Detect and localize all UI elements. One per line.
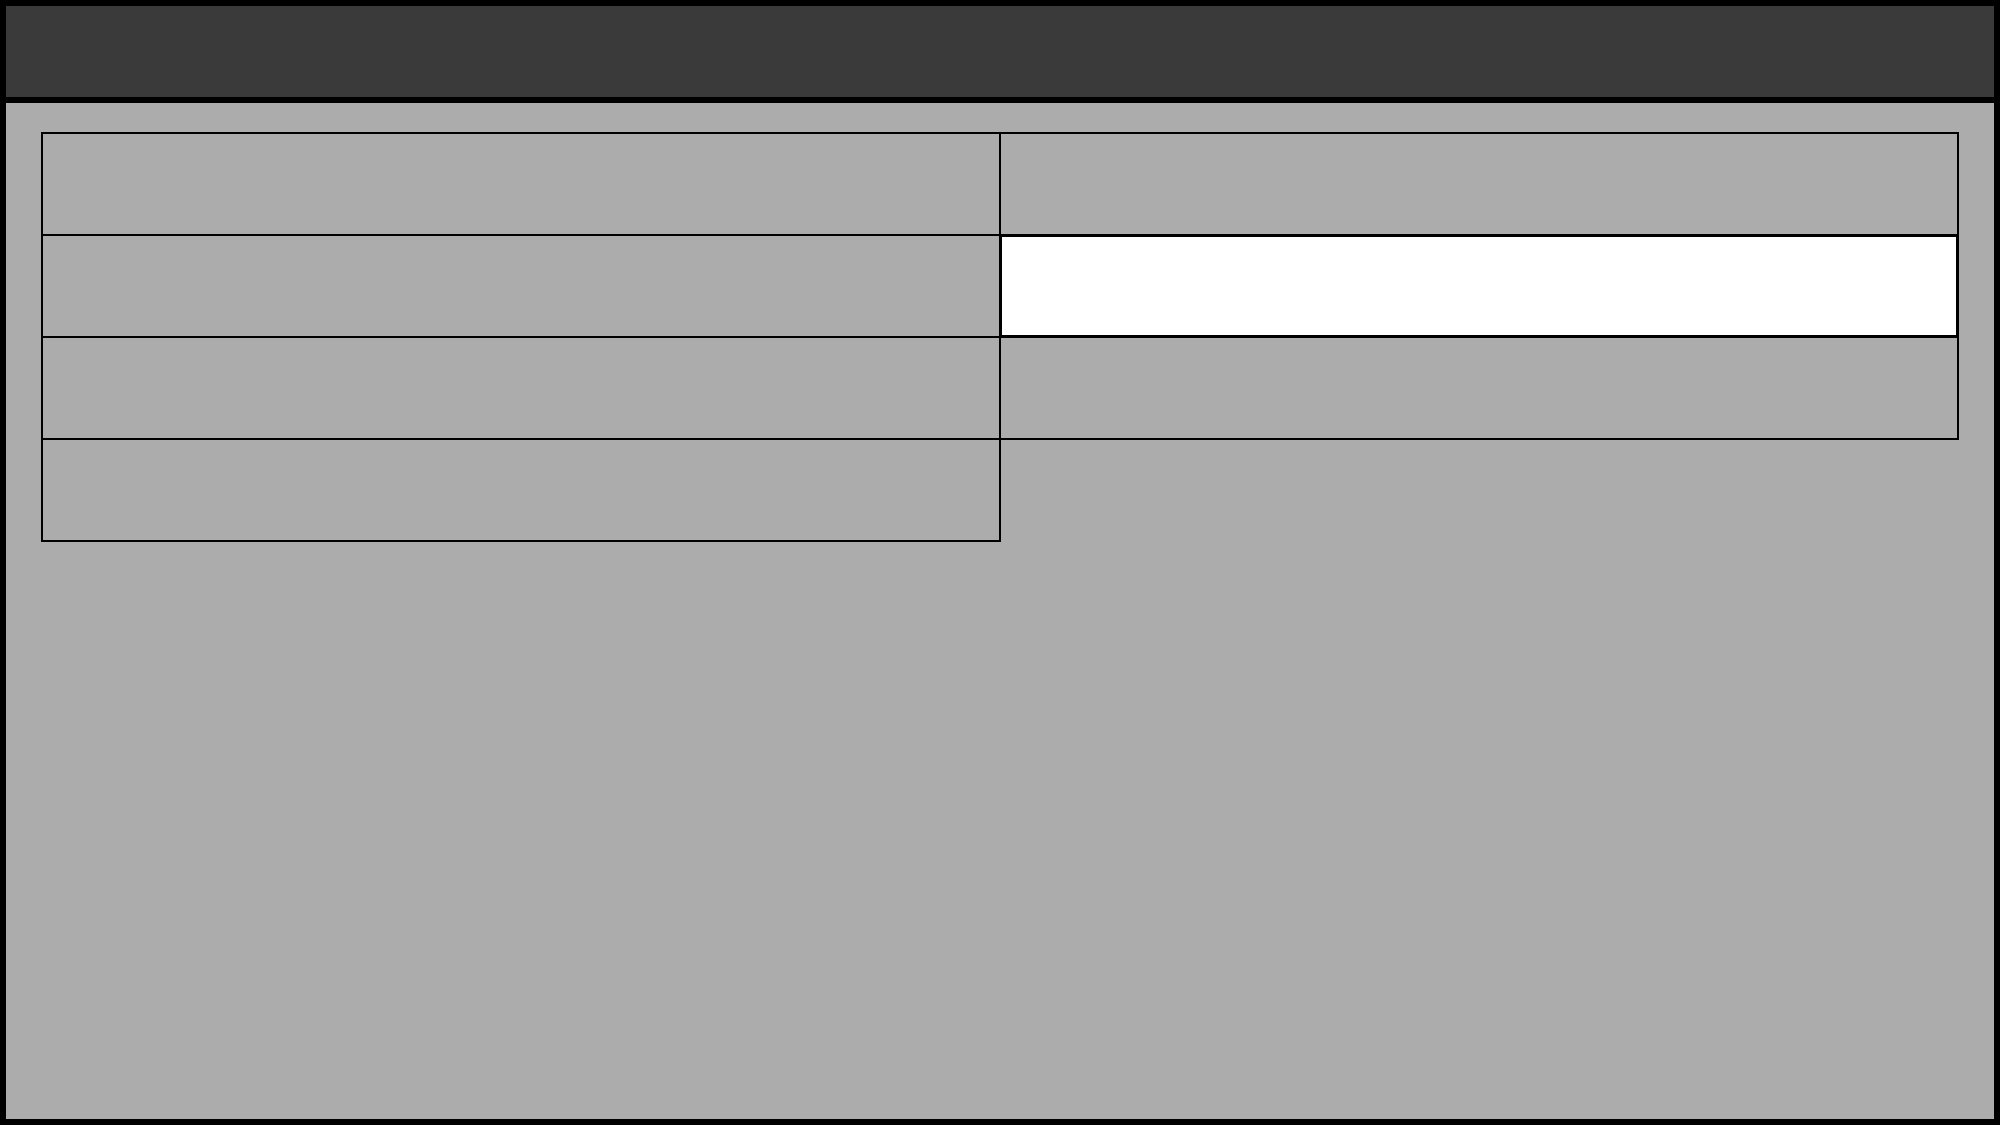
grid-cell-selected[interactable] — [999, 234, 1959, 338]
grid-cell[interactable] — [41, 234, 1001, 338]
grid-cell[interactable] — [41, 438, 1001, 542]
content-area — [6, 103, 1994, 1119]
grid-cell[interactable] — [41, 336, 1001, 440]
grid-cell[interactable] — [999, 132, 1959, 236]
grid-cell-empty — [999, 438, 1959, 542]
titlebar — [6, 6, 1994, 103]
grid-cell[interactable] — [999, 336, 1959, 440]
app-window — [0, 0, 2000, 1125]
cell-grid — [42, 133, 1958, 541]
grid-cell[interactable] — [41, 132, 1001, 236]
